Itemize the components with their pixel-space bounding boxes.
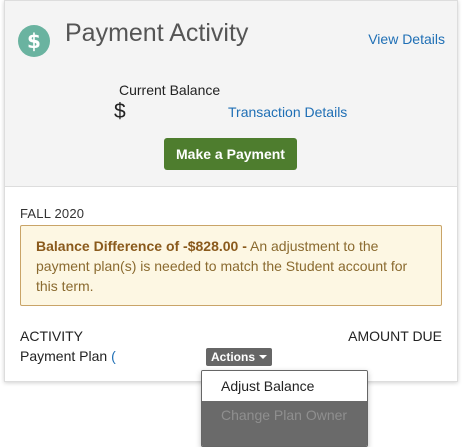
term-label: FALL 2020 xyxy=(20,206,85,221)
payment-plan-label: Payment Plan xyxy=(20,348,108,364)
caret-down-icon xyxy=(259,355,268,359)
alert-heading: Balance Difference of -$828.00 - xyxy=(36,238,247,254)
current-balance-label: Current Balance xyxy=(119,82,221,98)
payment-plan-link-fragment[interactable]: ( xyxy=(111,348,116,364)
column-header-activity: ACTIVITY xyxy=(20,328,84,344)
dollar-icon-glyph: $ xyxy=(27,29,41,53)
actions-dropdown-menu: Adjust Balance Change Plan Owner xyxy=(201,370,368,447)
card-header-panel: $ Payment Activity View Details Current … xyxy=(5,1,457,187)
payment-plan-row-label: Payment Plan ( xyxy=(20,348,116,364)
payment-activity-card: $ Payment Activity View Details Current … xyxy=(4,0,458,382)
menu-item-change-plan-owner: Change Plan Owner xyxy=(202,401,367,429)
menu-item-adjust-balance[interactable]: Adjust Balance xyxy=(202,371,367,401)
make-payment-button[interactable]: Make a Payment xyxy=(164,138,297,170)
transaction-details-link[interactable]: Transaction Details xyxy=(228,104,347,120)
balance-difference-alert: Balance Difference of -$828.00 - An adju… xyxy=(20,225,442,306)
view-details-link[interactable]: View Details xyxy=(368,31,445,47)
actions-button-label: Actions xyxy=(211,350,256,364)
card-title: Payment Activity xyxy=(65,19,249,47)
menu-item-partial xyxy=(202,429,367,446)
column-header-amount-due: AMOUNT DUE xyxy=(348,328,442,344)
balance-currency-symbol: $ xyxy=(114,100,126,123)
actions-dropdown-button[interactable]: Actions xyxy=(206,348,273,366)
dollar-icon: $ xyxy=(18,25,50,57)
